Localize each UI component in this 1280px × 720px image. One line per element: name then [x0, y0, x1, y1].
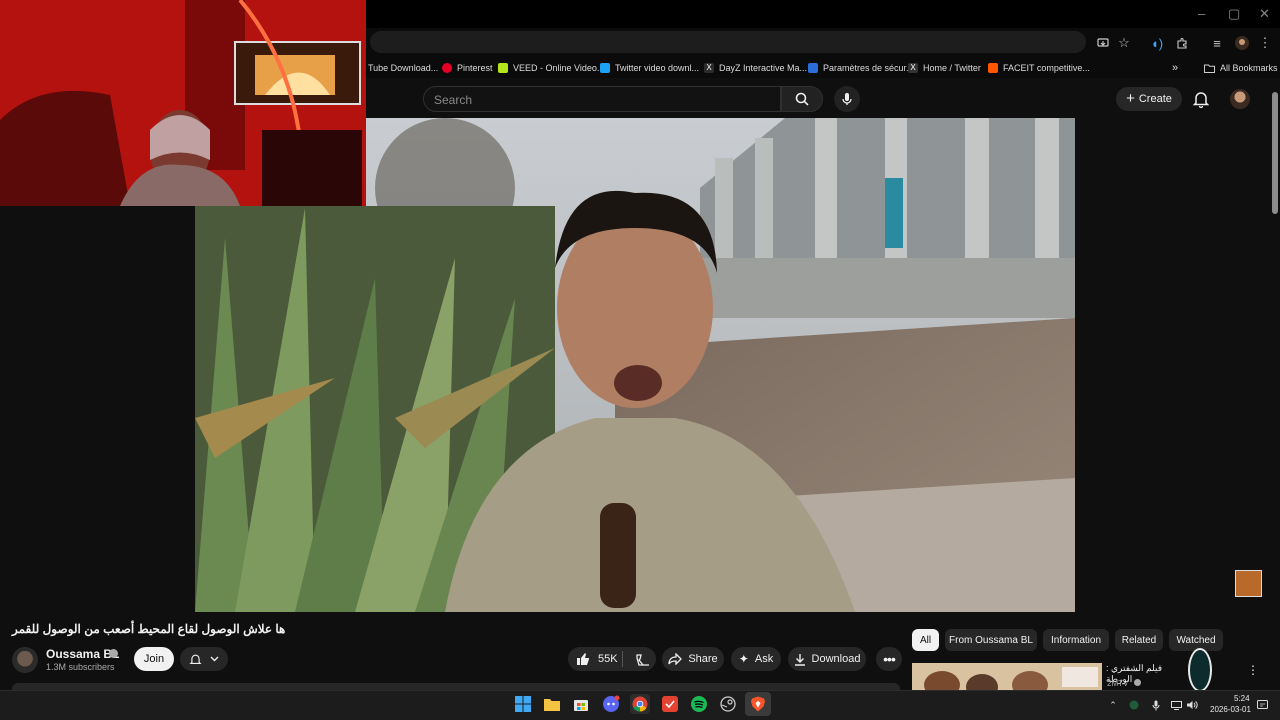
chip-from-channel[interactable]: From Oussama BL — [945, 629, 1037, 651]
channel-avatar[interactable] — [12, 647, 38, 673]
video-title: ها علاش الوصول لقاع المحيط أصعب من الوصو… — [12, 622, 286, 636]
chip-all[interactable]: All — [912, 629, 939, 651]
notification-center-icon[interactable] — [1256, 699, 1268, 711]
microsoft-store-icon[interactable] — [571, 694, 591, 714]
microphone-icon — [842, 93, 852, 105]
steam-icon[interactable] — [718, 694, 738, 714]
bookmarks-bar: Tube Download... Pinterest VEED - Online… — [366, 56, 1280, 78]
bookmark-item[interactable]: Twitter video downl... — [600, 60, 699, 76]
network-icon[interactable] — [1170, 699, 1182, 711]
floating-thumbnail[interactable] — [1235, 570, 1262, 597]
x-icon: X — [908, 63, 918, 73]
bookmarks-overflow-button[interactable]: » — [1172, 60, 1178, 76]
plus-icon: + — [1126, 90, 1135, 107]
bookmark-star-icon[interactable]: ☆ — [1115, 34, 1133, 52]
windows-start-icon[interactable] — [513, 694, 533, 714]
share-button[interactable]: Share — [662, 647, 724, 671]
show-hidden-icons[interactable]: ⌃ — [1107, 699, 1119, 711]
bookmark-item[interactable]: X Home / Twitter — [908, 60, 981, 76]
discord-icon[interactable] — [601, 694, 621, 714]
search-input[interactable]: Search — [423, 86, 781, 112]
ask-button[interactable]: ✦ Ask — [731, 647, 781, 671]
like-dislike-group: 55K — [568, 647, 656, 671]
all-bookmarks-button[interactable]: All Bookmarks — [1204, 60, 1278, 76]
like-divider — [622, 651, 623, 667]
thumbs-down-icon[interactable] — [635, 652, 650, 666]
install-app-icon[interactable] — [1094, 34, 1112, 52]
close-button[interactable]: ✕ — [1259, 6, 1270, 22]
veed-icon — [498, 63, 508, 73]
read-aloud-icon[interactable]: ◖) — [1148, 34, 1166, 52]
download-icon — [794, 653, 805, 666]
twitter-dl-icon — [600, 63, 610, 73]
minimize-button[interactable]: – — [1198, 6, 1205, 21]
thumbs-up-icon[interactable] — [576, 652, 590, 666]
share-icon — [668, 653, 683, 665]
pinterest-icon — [442, 63, 452, 73]
more-horizontal-icon: ••• — [883, 651, 896, 667]
bookmark-item[interactable]: Tube Download... — [368, 60, 438, 76]
search-icon — [795, 92, 809, 106]
dayz-icon: X — [704, 63, 714, 73]
bookmark-item[interactable]: VEED - Online Video... — [498, 60, 604, 76]
maximize-button[interactable]: ▢ — [1228, 6, 1240, 22]
folder-icon — [1204, 64, 1215, 73]
microphone-tray-icon[interactable] — [1150, 699, 1162, 711]
chip-related[interactable]: Related — [1115, 629, 1163, 651]
taskbar-clock-time[interactable]: 5:24 — [1234, 694, 1250, 703]
thumbnail-image — [912, 663, 1102, 691]
bell-icon — [189, 654, 202, 664]
bookmark-item[interactable]: X DayZ Interactive Ma... — [704, 60, 807, 76]
account-avatar[interactable] — [1230, 89, 1250, 109]
volume-icon[interactable] — [1186, 699, 1198, 711]
recommendation-channel[interactable]: 2MTV — [1107, 679, 1141, 688]
create-button[interactable]: + Create — [1116, 87, 1182, 111]
extensions-icon[interactable] — [1173, 34, 1191, 52]
security-icon — [808, 63, 818, 73]
omnibox[interactable] — [370, 31, 1086, 53]
webcam-feed — [0, 0, 366, 206]
profile-avatar-icon[interactable] — [1233, 34, 1251, 52]
spotify-icon[interactable] — [689, 694, 709, 714]
bookmark-item[interactable]: FACEIT competitive... — [988, 60, 1090, 76]
todoist-icon[interactable] — [660, 694, 680, 714]
search-button[interactable] — [781, 86, 823, 112]
sparkle-icon: ✦ — [738, 652, 749, 666]
faceit-icon — [988, 63, 998, 73]
join-button[interactable]: Join — [134, 647, 174, 671]
scrollbar-thumb[interactable] — [1272, 92, 1278, 214]
verified-badge-icon — [109, 649, 118, 658]
download-button[interactable]: Download — [788, 647, 866, 671]
chip-watched[interactable]: Watched — [1169, 629, 1223, 651]
chevron-down-icon — [210, 656, 219, 662]
like-count[interactable]: 55K — [598, 653, 618, 665]
voice-search-button[interactable] — [834, 86, 860, 112]
verified-badge-icon — [1133, 679, 1141, 686]
webcam-overlay — [0, 0, 366, 206]
bookmark-item[interactable]: Pinterest — [442, 60, 493, 76]
taskbar-clock-date[interactable]: 2026-03-01 — [1210, 705, 1251, 714]
file-explorer-icon[interactable] — [542, 694, 562, 714]
recommendation-menu-icon[interactable]: ⋮ — [1246, 663, 1260, 677]
brave-icon[interactable] — [745, 692, 771, 716]
channel-logo — [1188, 648, 1212, 692]
browser-menu-icon[interactable]: ⋮ — [1256, 34, 1274, 52]
recommendation-thumbnail[interactable] — [912, 663, 1102, 691]
notifications-button[interactable] — [1192, 90, 1210, 109]
bell-icon — [1192, 92, 1210, 109]
media-controls-icon[interactable]: ≡ — [1208, 34, 1226, 52]
more-actions-button[interactable]: ••• — [876, 647, 902, 671]
subscriber-count: 1.3M subscribers — [46, 662, 115, 672]
chrome-icon[interactable] — [630, 694, 650, 714]
bookmark-item[interactable]: Paramètres de sécur... — [808, 60, 914, 76]
tray-app-icon[interactable] — [1128, 699, 1140, 711]
chip-information[interactable]: Information — [1043, 629, 1109, 651]
subscription-notifications-button[interactable] — [180, 647, 228, 671]
